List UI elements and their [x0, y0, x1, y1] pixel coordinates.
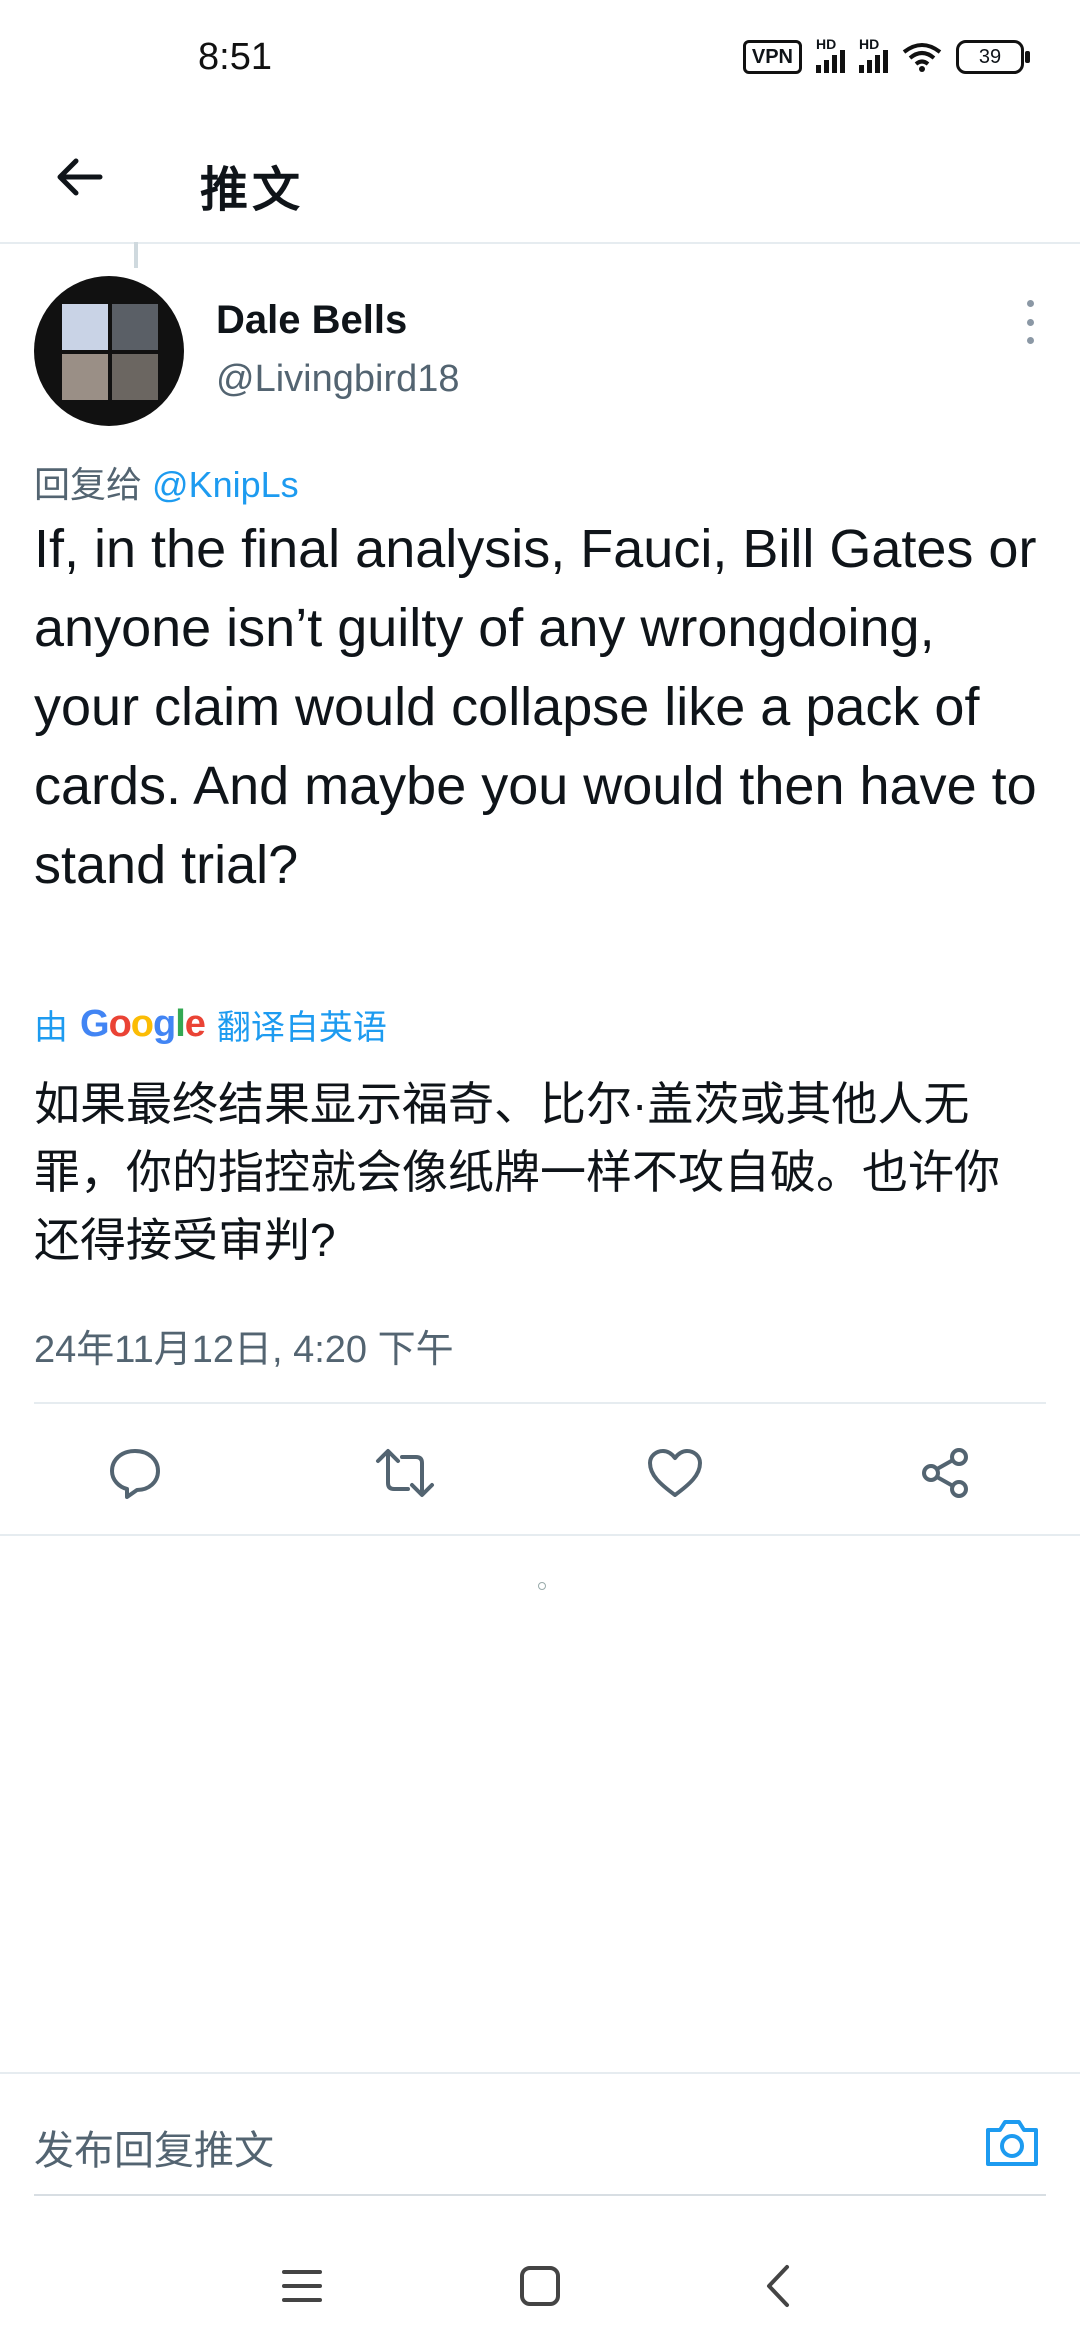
- status-bar: 8:51 VPN HD HD 39: [0, 0, 1080, 120]
- reply-underline: [34, 2194, 1046, 2196]
- thread-line: [134, 242, 138, 268]
- more-dot-icon: [1026, 318, 1034, 326]
- reply-to-label: 回复给: [34, 464, 143, 505]
- translate-prefix: 由: [34, 1009, 68, 1047]
- author-name[interactable]: Dale Bells: [216, 298, 407, 343]
- status-icons: VPN HD HD 39: [742, 36, 1030, 74]
- like-button[interactable]: [640, 1438, 710, 1508]
- status-time: 8:51: [198, 36, 272, 78]
- share-button[interactable]: [910, 1438, 980, 1508]
- tweet-text: If, in the final analysis, Fauci, Bill G…: [34, 519, 1037, 895]
- author-handle[interactable]: @Livingbird18: [216, 358, 460, 401]
- translate-suffix[interactable]: 翻译自英语: [217, 1000, 387, 1049]
- reply-icon: [110, 1449, 160, 1499]
- retweet-icon: [376, 1449, 434, 1497]
- reply-input[interactable]: 发布回复推文: [34, 2118, 274, 2176]
- menu-icon: [282, 2270, 322, 2302]
- signal-icon: HD: [859, 36, 888, 73]
- back-button[interactable]: [44, 142, 114, 212]
- home-button[interactable]: [510, 2256, 570, 2316]
- reply-button[interactable]: [100, 1438, 170, 1508]
- chevron-left-icon: [767, 2265, 789, 2307]
- signal-icon: HD: [816, 36, 845, 73]
- camera-icon: [986, 2120, 1038, 2166]
- google-logo: Google: [80, 1003, 206, 1045]
- arrow-left-icon: [57, 158, 103, 196]
- home-square-icon: [520, 2266, 560, 2306]
- wifi-icon: [902, 43, 942, 72]
- camera-button[interactable]: [982, 2114, 1042, 2170]
- share-icon: [922, 1448, 968, 1498]
- reply-mention-link[interactable]: @KnipLs: [152, 464, 299, 505]
- tweet-timestamp: 24年11月12日, 4:20 下午: [34, 1329, 454, 1371]
- more-dot-icon: [1026, 337, 1034, 344]
- battery-icon: 39: [956, 40, 1030, 74]
- avatar[interactable]: [34, 276, 184, 426]
- nav-back-button[interactable]: [748, 2256, 808, 2316]
- reply-composer[interactable]: 发布回复推文: [0, 2072, 1080, 2198]
- more-options-button[interactable]: [1020, 300, 1040, 344]
- translated-by: 由 Google 翻译自英语: [34, 1000, 387, 1049]
- page-title: 推文: [200, 164, 305, 217]
- reply-to: 回复给 @KnipLs: [34, 456, 299, 508]
- system-nav-bar: [0, 2216, 1080, 2340]
- retweet-button[interactable]: [370, 1438, 440, 1508]
- vpn-icon: VPN: [742, 40, 802, 74]
- like-icon: [648, 1449, 702, 1497]
- loading-dot: [538, 1582, 546, 1590]
- menu-button[interactable]: [272, 2256, 332, 2316]
- translated-text: 如果最终结果显示福奇、比尔·盖茨或其他人无罪，你的指控就会像纸牌一样不攻自破。也…: [34, 1078, 1000, 1266]
- action-bar: [0, 1404, 1080, 1540]
- more-dot-icon: [1026, 300, 1034, 307]
- section-separator: [0, 1534, 1080, 1536]
- app-header: 推文: [0, 120, 1080, 244]
